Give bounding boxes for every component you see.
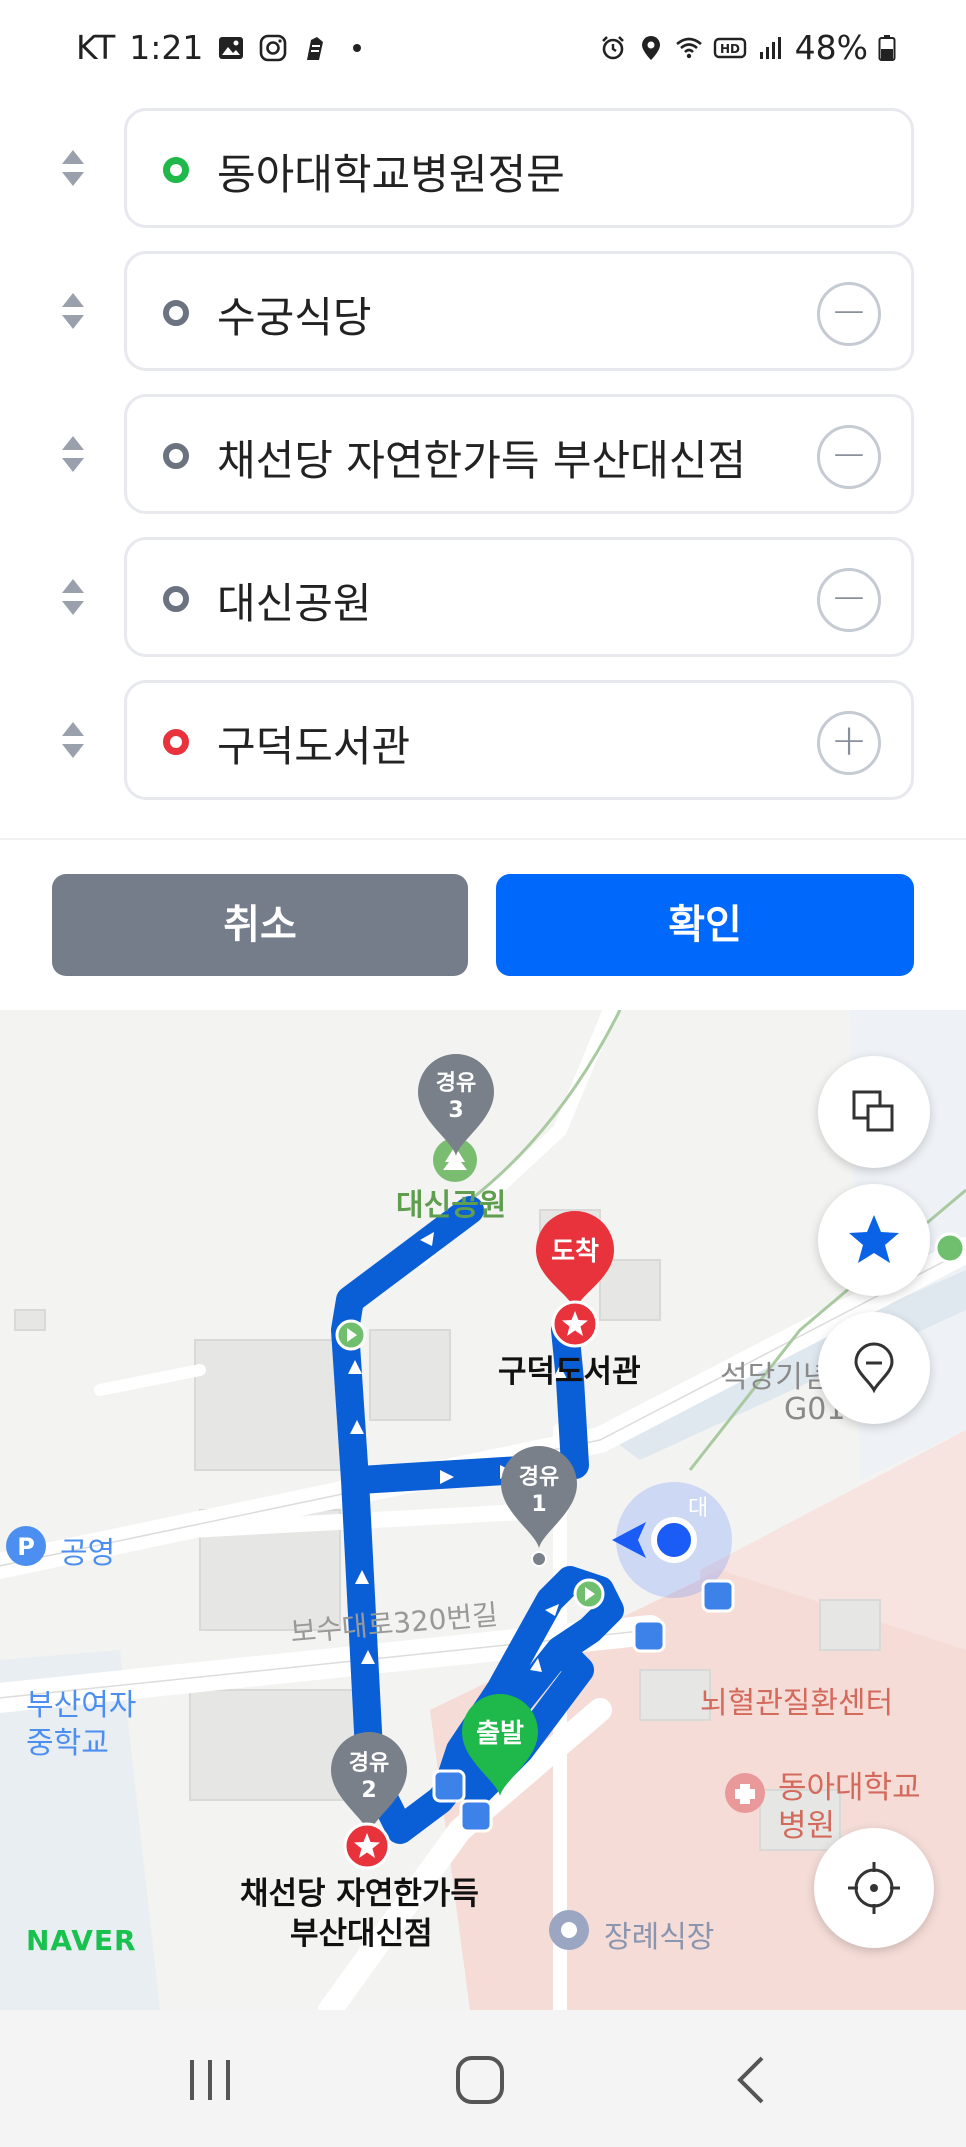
marker-number: 3 <box>448 1098 463 1123</box>
reorder-handle-icon[interactable] <box>60 291 86 331</box>
restaurant-label-line2: 부산대신점 <box>290 1916 433 1952</box>
via-dot-icon <box>163 586 189 612</box>
reorder-handle-icon[interactable] <box>60 577 86 617</box>
waypoint-3-marker[interactable]: 경유 3 <box>414 1050 498 1160</box>
add-waypoint-button[interactable]: + <box>817 711 881 775</box>
school-label-line2: 중학교 <box>26 1726 109 1761</box>
cancel-button[interactable]: 취소 <box>52 874 468 976</box>
system-nav-bar <box>0 2010 966 2147</box>
hospital-label-line2: 병원 <box>778 1808 836 1844</box>
status-bar: KT 1:21 HD 48% <box>0 0 966 98</box>
funeral-hall-label: 장례식장 <box>604 1920 715 1955</box>
recents-icon[interactable] <box>180 2050 240 2110</box>
wifi-icon <box>675 37 702 58</box>
waypoint-field-via-3[interactable]: 대신공원 − <box>124 537 914 657</box>
image-icon <box>219 36 244 59</box>
layers-button[interactable] <box>818 1056 930 1168</box>
battery-percent: 48% <box>794 28 868 67</box>
pin-icon <box>854 1342 894 1394</box>
waypoint-field-start[interactable]: 동아대학교병원정문 <box>124 108 914 228</box>
waypoint-label: 채선당 자연한가득 부산대신점 <box>217 436 747 485</box>
svg-text:HD: HD <box>720 42 740 56</box>
stroke-center-label: 뇌혈관질환센터 <box>700 1686 894 1721</box>
star-icon <box>849 1215 899 1263</box>
start-dot-icon <box>163 157 189 183</box>
waypoint-label: 대신공원 <box>217 579 372 628</box>
battery-icon <box>878 34 896 61</box>
marker-title: 경유 <box>519 1465 559 1490</box>
waypoint-1-marker[interactable]: 경유 1 <box>497 1442 581 1552</box>
reorder-handle-icon[interactable] <box>60 434 86 474</box>
waypoint-row-end: 구덕도서관 + <box>0 680 966 804</box>
back-icon[interactable] <box>722 2050 782 2110</box>
dot-icon <box>353 43 362 52</box>
app-icon <box>307 36 324 60</box>
road-label-fragment: 대 <box>688 1496 709 1521</box>
via-dot-icon <box>163 443 189 469</box>
waypoint-row-via: 수궁식당 − <box>0 251 966 375</box>
location-icon <box>641 35 660 60</box>
marker-title: 경유 <box>436 1071 476 1096</box>
reorder-handle-icon[interactable] <box>60 720 86 760</box>
remove-waypoint-button[interactable]: − <box>817 568 881 632</box>
hd-icon: HD <box>713 37 746 58</box>
park-label: 대신공원 <box>396 1188 507 1223</box>
waypoint-row-via: 대신공원 − <box>0 537 966 661</box>
parking-label: 공영 <box>60 1536 116 1571</box>
waypoint-row-via: 채선당 자연한가득 부산대신점 − <box>0 394 966 518</box>
waypoint-field-via-1[interactable]: 수궁식당 − <box>124 251 914 371</box>
library-label: 구덕도서관 <box>498 1354 641 1390</box>
seokdang-label: 석당기념 <box>720 1360 831 1395</box>
home-icon[interactable] <box>450 2050 510 2110</box>
marker-title: 출발 <box>476 1719 524 1749</box>
carrier-label: KT <box>76 28 116 67</box>
via-dot-icon <box>163 300 189 326</box>
waypoint-field-via-2[interactable]: 채선당 자연한가득 부산대신점 − <box>124 394 914 514</box>
current-location-button[interactable] <box>814 1828 934 1948</box>
map-view[interactable]: P 경유 3 도착 경유 1 출발 경유 2 대신공원 구덕도서관 석당기념 G… <box>0 1010 966 2010</box>
remove-waypoint-button[interactable]: − <box>817 425 881 489</box>
confirm-button[interactable]: 확인 <box>496 874 914 976</box>
signal-icon <box>759 36 781 59</box>
waypoint-label: 수궁식당 <box>217 293 372 342</box>
departure-marker[interactable]: 출발 <box>458 1690 542 1800</box>
instagram-icon <box>260 34 287 61</box>
waypoint-list: 동아대학교병원정문 수궁식당 − 채선당 자연한가득 부산대신점 − 대신공원 … <box>0 98 966 838</box>
marker-title: 도착 <box>551 1237 599 1267</box>
waypoint-2-star-icon <box>343 1822 391 1870</box>
action-bar: 취소 확인 <box>0 838 966 1012</box>
remove-waypoint-button[interactable]: − <box>817 282 881 346</box>
naver-logo: NAVER <box>26 1924 137 1957</box>
marker-number: 2 <box>361 1778 376 1803</box>
svg-text:P: P <box>17 1533 35 1561</box>
alarm-icon <box>601 35 624 59</box>
waypoint-label: 동아대학교병원정문 <box>217 150 565 199</box>
marker-title: 경유 <box>349 1751 389 1776</box>
locate-icon <box>848 1862 900 1914</box>
waypoint-row-start: 동아대학교병원정문 <box>0 108 966 232</box>
end-dot-icon <box>163 729 189 755</box>
layers-icon <box>852 1090 894 1132</box>
waypoint-field-end[interactable]: 구덕도서관 + <box>124 680 914 800</box>
time-label: 1:21 <box>129 28 204 67</box>
place-pin-button[interactable] <box>818 1312 930 1424</box>
restaurant-label-line1: 채선당 자연한가득 <box>240 1876 479 1912</box>
destination-star-icon <box>551 1300 599 1348</box>
marker-number: 1 <box>531 1492 546 1517</box>
waypoint-label: 구덕도서관 <box>217 722 411 771</box>
favorites-button[interactable] <box>818 1184 930 1296</box>
waypoint-1-point <box>531 1551 547 1567</box>
reorder-handle-icon[interactable] <box>60 148 86 188</box>
